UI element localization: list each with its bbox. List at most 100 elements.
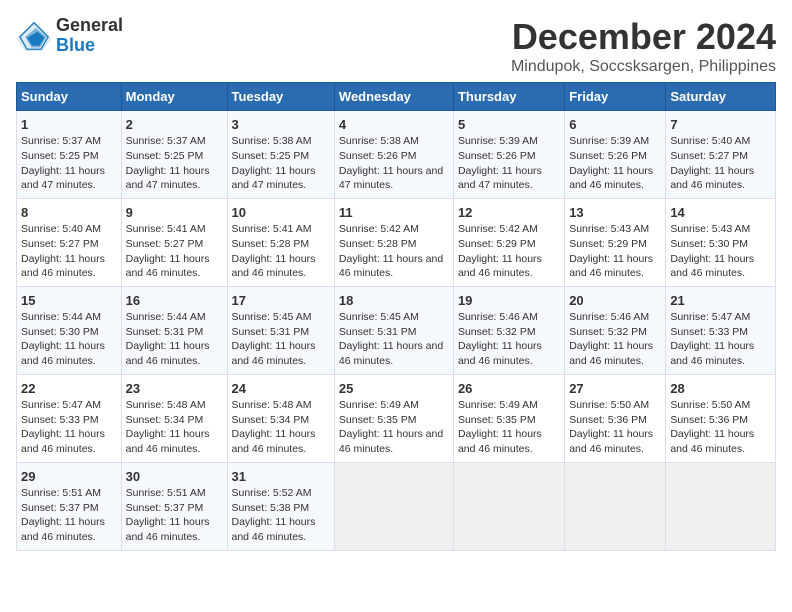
sunrise-text: Sunrise: 5:41 AM (126, 223, 206, 235)
sunset-text: Sunset: 5:36 PM (569, 414, 647, 426)
daylight-text: Daylight: 11 hours and 46 minutes. (232, 516, 316, 543)
calendar-cell: 15Sunrise: 5:44 AMSunset: 5:30 PMDayligh… (17, 286, 122, 374)
calendar-cell: 22Sunrise: 5:47 AMSunset: 5:33 PMDayligh… (17, 374, 122, 462)
col-header-monday: Monday (121, 83, 227, 111)
page-header: General Blue December 2024 Mindupok, Soc… (16, 16, 776, 76)
sunrise-text: Sunrise: 5:48 AM (232, 399, 312, 411)
sunset-text: Sunset: 5:35 PM (458, 414, 536, 426)
calendar-cell: 31Sunrise: 5:52 AMSunset: 5:38 PMDayligh… (227, 462, 334, 550)
calendar-cell (453, 462, 564, 550)
logo-line1: General (56, 16, 123, 36)
sunset-text: Sunset: 5:27 PM (21, 238, 99, 250)
col-header-thursday: Thursday (453, 83, 564, 111)
day-number: 6 (569, 116, 661, 134)
day-number: 1 (21, 116, 117, 134)
sunrise-text: Sunrise: 5:38 AM (339, 135, 419, 147)
daylight-text: Daylight: 11 hours and 46 minutes. (21, 253, 105, 280)
daylight-text: Daylight: 11 hours and 46 minutes. (232, 340, 316, 367)
sunset-text: Sunset: 5:37 PM (126, 502, 204, 514)
daylight-text: Daylight: 11 hours and 46 minutes. (232, 428, 316, 455)
calendar-cell: 24Sunrise: 5:48 AM Sunset: 5:34 PM Dayligh… (227, 374, 334, 462)
title-block: December 2024 Mindupok, Soccsksargen, Ph… (511, 16, 776, 76)
daylight-text: Daylight: 11 hours and 46 minutes. (21, 428, 105, 455)
sunrise-text: Sunrise: 5:47 AM (670, 311, 750, 323)
daylight-text: Daylight: 11 hours and 46 minutes. (126, 428, 210, 455)
day-number: 31 (232, 468, 330, 486)
day-number: 25 (339, 380, 449, 398)
sunset-text: Sunset: 5:26 PM (458, 150, 536, 162)
day-number: 22 (21, 380, 117, 398)
day-number: 7 (670, 116, 771, 134)
daylight-text: Daylight: 11 hours and 47 minutes. (339, 165, 443, 192)
calendar-cell: 21Sunrise: 5:47 AMSunset: 5:33 PMDayligh… (666, 286, 776, 374)
main-title: December 2024 (511, 16, 776, 58)
sunrise-text: Sunrise: 5:42 AM (458, 223, 538, 235)
col-header-wednesday: Wednesday (334, 83, 453, 111)
day-number: 10 (232, 204, 330, 222)
sunset-text: Sunset: 5:29 PM (458, 238, 536, 250)
sunrise-text: Sunrise: 5:52 AM (232, 487, 312, 499)
daylight-text: Daylight: 11 hours and 46 minutes. (670, 165, 754, 192)
sunset-text: Sunset: 5:31 PM (126, 326, 204, 338)
sunrise-text: Sunrise: 5:50 AM (670, 399, 750, 411)
day-number: 24 (232, 380, 330, 398)
sunrise-text: Sunrise: 5:43 AM (569, 223, 649, 235)
sunset-text: Sunset: 5:32 PM (569, 326, 647, 338)
sunset-text: Sunset: 5:27 PM (126, 238, 204, 250)
day-number: 2 (126, 116, 223, 134)
sunrise-text: Sunrise: 5:48 AM (126, 399, 206, 411)
daylight-text: Daylight: 11 hours and 46 minutes. (126, 340, 210, 367)
sunrise-text: Sunrise: 5:49 AM (339, 399, 419, 411)
day-number: 9 (126, 204, 223, 222)
sunset-text: Sunset: 5:36 PM (670, 414, 748, 426)
col-header-sunday: Sunday (17, 83, 122, 111)
day-number: 12 (458, 204, 560, 222)
sunset-text: Sunset: 5:35 PM (339, 414, 417, 426)
sunset-text: Sunset: 5:37 PM (21, 502, 99, 514)
calendar-cell: 26Sunrise: 5:49 AMSunset: 5:35 PMDayligh… (453, 374, 564, 462)
calendar-cell: 4Sunrise: 5:38 AMSunset: 5:26 PMDaylight… (334, 111, 453, 199)
sunset-text: Sunset: 5:30 PM (670, 238, 748, 250)
daylight-text: Daylight: 11 hours and 46 minutes. (569, 165, 653, 192)
calendar-week-0: 1Sunrise: 5:37 AMSunset: 5:25 PMDaylight… (17, 111, 776, 199)
sunset-text: Sunset: 5:30 PM (21, 326, 99, 338)
day-number: 18 (339, 292, 449, 310)
sunrise-text: Sunrise: 5:46 AM (569, 311, 649, 323)
sunrise-text: Sunrise: 5:37 AM (126, 135, 206, 147)
day-number: 3 (232, 116, 330, 134)
calendar-week-1: 8Sunrise: 5:40 AM Sunset: 5:27 PM Daylight… (17, 198, 776, 286)
sunset-text: Sunset: 5:28 PM (339, 238, 417, 250)
sunrise-text: Sunrise: 5:40 AM (21, 223, 101, 235)
calendar-cell: 3Sunrise: 5:38 AMSunset: 5:25 PMDaylight… (227, 111, 334, 199)
calendar-cell: 30Sunrise: 5:51 AMSunset: 5:37 PMDayligh… (121, 462, 227, 550)
daylight-text: Daylight: 11 hours and 46 minutes. (670, 340, 754, 367)
sunrise-text: Sunrise: 5:45 AM (339, 311, 419, 323)
calendar-cell: 28Sunrise: 5:50 AMSunset: 5:36 PMDayligh… (666, 374, 776, 462)
calendar-table: SundayMondayTuesdayWednesdayThursdayFrid… (16, 82, 776, 551)
daylight-text: Daylight: 11 hours and 46 minutes. (126, 253, 210, 280)
daylight-text: Daylight: 11 hours and 46 minutes. (339, 253, 443, 280)
day-number: 26 (458, 380, 560, 398)
sunset-text: Sunset: 5:33 PM (670, 326, 748, 338)
calendar-cell: 18Sunrise: 5:45 AMSunset: 5:31 PMDayligh… (334, 286, 453, 374)
sunset-text: Sunset: 5:34 PM (232, 414, 310, 426)
sunrise-text: Sunrise: 5:39 AM (569, 135, 649, 147)
sunset-text: Sunset: 5:26 PM (569, 150, 647, 162)
day-number: 14 (670, 204, 771, 222)
logo: General Blue (16, 16, 123, 56)
sunset-text: Sunset: 5:32 PM (458, 326, 536, 338)
day-number: 27 (569, 380, 661, 398)
day-number: 8 (21, 204, 117, 222)
sunset-text: Sunset: 5:27 PM (670, 150, 748, 162)
sunset-text: Sunset: 5:31 PM (232, 326, 310, 338)
calendar-cell: 25Sunrise: 5:49 AM Sunset: 5:35 PM Dayligh… (334, 374, 453, 462)
col-header-tuesday: Tuesday (227, 83, 334, 111)
sunrise-text: Sunrise: 5:46 AM (458, 311, 538, 323)
day-number: 28 (670, 380, 771, 398)
calendar-week-4: 29Sunrise: 5:51 AMSunset: 5:37 PMDayligh… (17, 462, 776, 550)
daylight-text: Daylight: 11 hours and 46 minutes. (339, 428, 443, 455)
sunset-text: Sunset: 5:33 PM (21, 414, 99, 426)
calendar-cell: 12Sunrise: 5:42 AMSunset: 5:29 PMDayligh… (453, 198, 564, 286)
logo-text: General Blue (56, 16, 123, 56)
sunrise-text: Sunrise: 5:44 AM (21, 311, 101, 323)
